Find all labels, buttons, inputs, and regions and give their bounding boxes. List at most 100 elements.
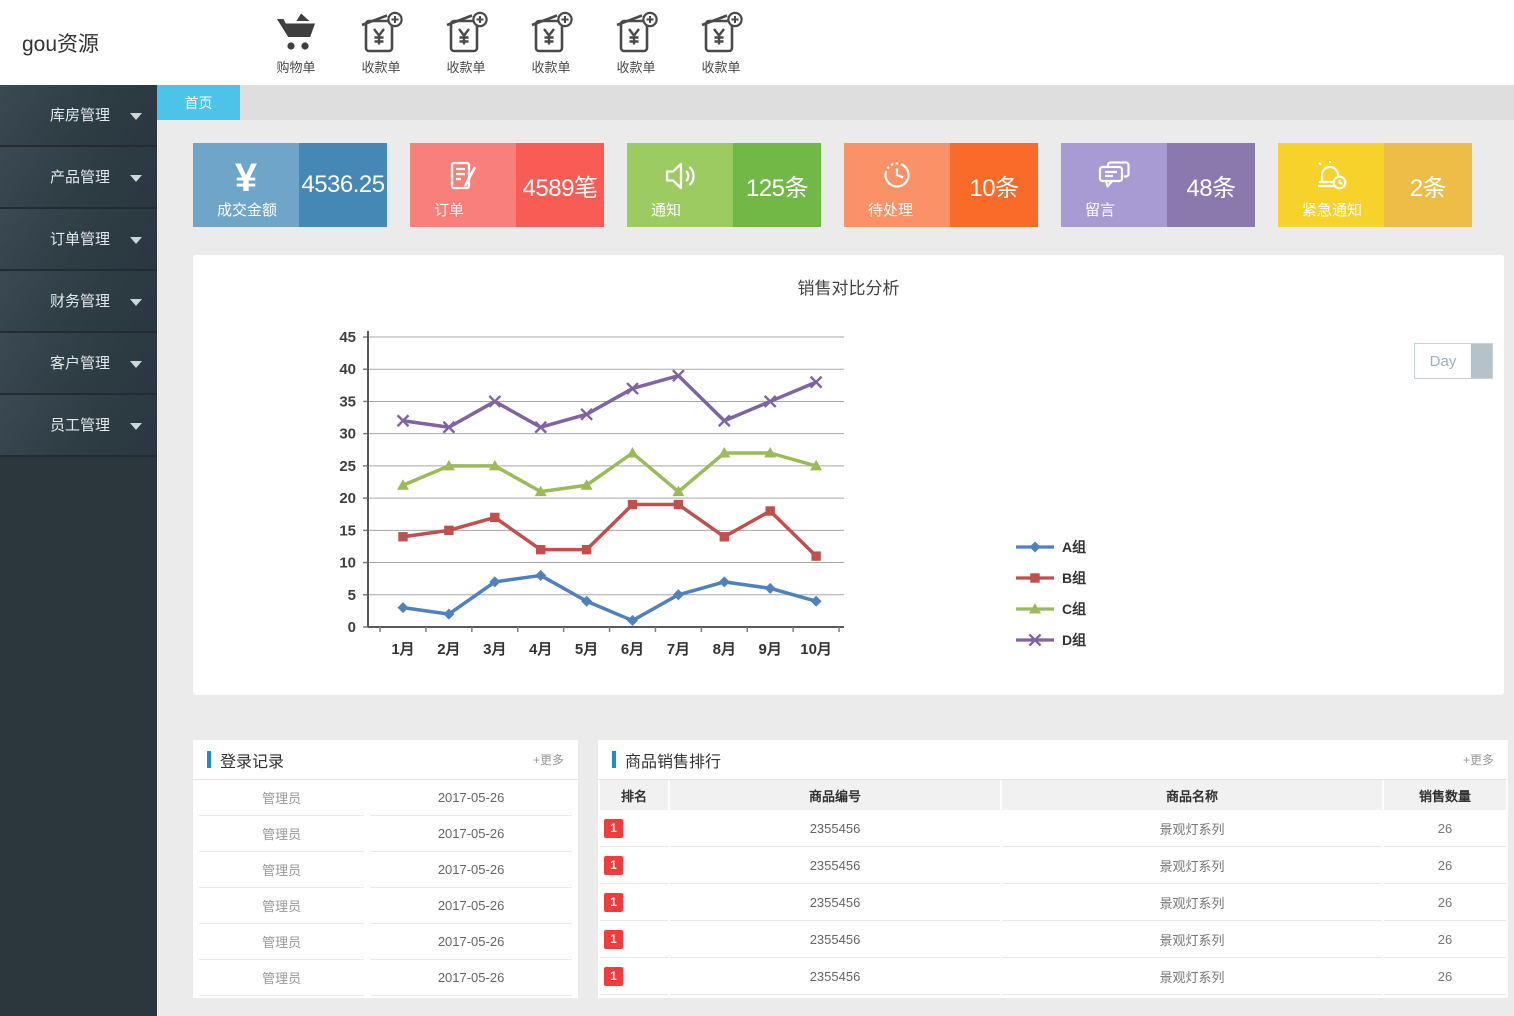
day-button-label: Day (1429, 352, 1457, 370)
action-shopping-list[interactable]: 购物单 (270, 10, 322, 76)
login-records-panel: 登录记录 +更多 管理员 2017-05-26 管理员 2017-05-26 管理员… (193, 740, 578, 998)
sidebar-item-orders[interactable]: 订单管理 (0, 209, 157, 271)
column-header-rank: 排名 (600, 780, 668, 810)
svg-text:4月: 4月 (529, 641, 552, 658)
svg-text:45: 45 (339, 329, 356, 346)
svg-text:10: 10 (339, 555, 356, 572)
stat-cards-row: ¥ 成交金额 4536.25 订单 4589笔 通知 125条 待处理 10条 … (193, 143, 1504, 227)
rank-badge: 1 (604, 818, 623, 838)
product-sales-ranking-panel: 商品销售排行 +更多 排名 商品编号 商品名称 销售数量 1 2355456 景… (598, 740, 1508, 998)
svg-text:B组: B组 (1062, 570, 1086, 586)
chevron-down-icon (130, 423, 142, 430)
main-content: ¥ 成交金额 4536.25 订单 4589笔 通知 125条 待处理 10条 … (157, 120, 1514, 1016)
sidebar-item-label: 订单管理 (50, 231, 111, 248)
stat-label: 紧急通知 (1302, 202, 1363, 219)
table-row[interactable]: 1 2355456 景观灯系列 26 (600, 884, 1506, 921)
day-selector-button[interactable]: Day (1414, 343, 1493, 379)
rank-badge: 1 (604, 929, 623, 949)
svg-text:D组: D组 (1062, 632, 1086, 648)
table-row[interactable]: 管理员 2017-05-26 (199, 816, 572, 852)
svg-text:35: 35 (339, 393, 356, 410)
svg-text:40: 40 (339, 361, 356, 378)
chevron-down-icon (130, 113, 142, 120)
table-row[interactable]: 管理员 2017-05-26 (199, 960, 572, 996)
svg-text:30: 30 (339, 426, 356, 443)
action-receipt-3[interactable]: 收款单 (525, 10, 577, 76)
action-receipt-2[interactable]: 收款单 (440, 10, 492, 76)
action-receipt-5[interactable]: 收款单 (695, 10, 747, 76)
rank-badge: 1 (604, 966, 623, 986)
stat-value: 2条 (1384, 143, 1472, 227)
column-header-name: 商品名称 (1002, 780, 1382, 810)
rank-badge: 1 (604, 855, 623, 875)
svg-text:9月: 9月 (759, 641, 782, 658)
header-actions: 购物单 收款单 收款单 收款单 收款单 收款单 (270, 10, 747, 76)
stat-value: 10条 (950, 143, 1038, 227)
receipt-add-icon (358, 10, 404, 56)
sidebar-item-warehouse[interactable]: 库房管理 (0, 85, 157, 147)
table-row[interactable]: 管理员 2017-05-26 (199, 924, 572, 960)
more-link[interactable]: +更多 (533, 751, 564, 768)
stat-label: 待处理 (868, 202, 914, 219)
bottom-panels: 登录记录 +更多 管理员 2017-05-26 管理员 2017-05-26 管理员… (193, 740, 1508, 998)
chevron-down-icon (130, 237, 142, 244)
action-receipt-4[interactable]: 收款单 (610, 10, 662, 76)
table-row[interactable]: 1 2355456 景观灯系列 26 (600, 958, 1506, 995)
panel-accent-bar (207, 751, 211, 768)
svg-text:5月: 5月 (575, 641, 598, 658)
stat-label: 通知 (651, 202, 682, 219)
login-records-table: 管理员 2017-05-26 管理员 2017-05-26 管理员 2017-05-2… (193, 780, 578, 996)
svg-text:C组: C组 (1062, 601, 1086, 617)
action-label: 收款单 (446, 59, 486, 75)
column-header-qty: 销售数量 (1384, 780, 1506, 810)
stat-card-revenue[interactable]: ¥ 成交金额 4536.25 (193, 143, 387, 227)
cart-icon (274, 10, 318, 56)
sidebar-item-products[interactable]: 产品管理 (0, 147, 157, 209)
stat-value: 125条 (733, 143, 821, 227)
order-icon (445, 158, 481, 199)
table-row[interactable]: 1 2355456 景观灯系列 26 (600, 847, 1506, 884)
sidebar-nav: 库房管理 产品管理 订单管理 财务管理 客户管理 员工管理 (0, 85, 157, 1016)
sidebar-item-label: 客户管理 (50, 355, 111, 372)
sidebar-item-finance[interactable]: 财务管理 (0, 271, 157, 333)
stat-card-pending[interactable]: 待处理 10条 (844, 143, 1038, 227)
product-sales-table: 排名 商品编号 商品名称 销售数量 1 2355456 景观灯系列 26 1 2… (598, 780, 1508, 995)
stat-card-urgent[interactable]: 紧急通知 2条 (1278, 143, 1472, 227)
table-row[interactable]: 1 2355456 景观灯系列 26 (600, 921, 1506, 958)
action-receipt-1[interactable]: 收款单 (355, 10, 407, 76)
table-row[interactable]: 1 2355456 景观灯系列 26 (600, 810, 1506, 847)
table-row[interactable]: 管理员 2017-05-26 (199, 780, 572, 816)
stat-card-orders[interactable]: 订单 4589笔 (410, 143, 604, 227)
sidebar-item-customers[interactable]: 客户管理 (0, 333, 157, 395)
receipt-add-icon (443, 10, 489, 56)
sidebar-item-employees[interactable]: 员工管理 (0, 395, 157, 457)
panel-title: 登录记录 (220, 753, 285, 771)
svg-text:10月: 10月 (800, 641, 832, 658)
table-row[interactable]: 管理员 2017-05-26 (199, 852, 572, 888)
svg-text:7月: 7月 (667, 641, 690, 658)
more-link[interactable]: +更多 (1463, 751, 1494, 768)
tab-home[interactable]: 首页 (157, 85, 240, 120)
stat-label: 留言 (1085, 202, 1116, 219)
stat-label: 成交金额 (217, 202, 278, 219)
stat-card-notifications[interactable]: 通知 125条 (627, 143, 821, 227)
yen-icon: ¥ (234, 156, 258, 200)
stat-card-messages[interactable]: 留言 48条 (1061, 143, 1255, 227)
svg-text:15: 15 (339, 522, 356, 539)
receipt-add-icon (528, 10, 574, 56)
svg-text:5: 5 (348, 587, 356, 604)
action-label: 收款单 (361, 59, 401, 75)
day-button-grip[interactable] (1471, 344, 1492, 378)
table-header-row: 排名 商品编号 商品名称 销售数量 (600, 780, 1506, 810)
chevron-down-icon (130, 175, 142, 182)
chevron-down-icon (130, 361, 142, 368)
svg-text:6月: 6月 (621, 641, 644, 658)
action-label: 收款单 (616, 59, 656, 75)
svg-text:0: 0 (348, 619, 356, 636)
svg-text:1月: 1月 (391, 641, 414, 658)
rank-badge: 1 (604, 892, 623, 912)
tab-bar: 首页 (157, 85, 1514, 120)
sidebar-item-label: 员工管理 (50, 417, 111, 434)
sidebar-item-label: 库房管理 (50, 107, 111, 124)
table-row[interactable]: 管理员 2017-05-26 (199, 888, 572, 924)
